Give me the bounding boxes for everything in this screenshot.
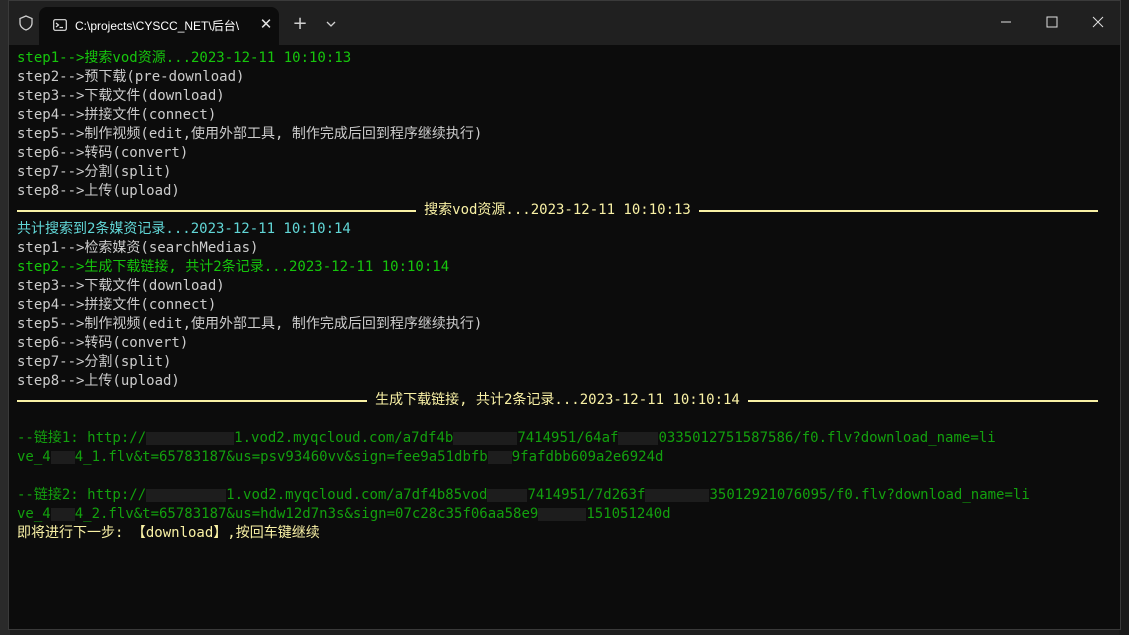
section-divider: 搜索vod资源...2023-12-11 10:10:13: [17, 201, 1098, 220]
divider-label: 生成下载链接, 共计2条记录...2023-12-11 10:10:14: [375, 392, 740, 408]
output-line: step3-->下载文件(download): [17, 278, 225, 294]
redacted-block: [146, 488, 227, 502]
download-link-1[interactable]: --链接1: http:// 1.vod2.myqcloud.com/a7df4b…: [17, 429, 1120, 448]
close-icon[interactable]: [1075, 7, 1121, 37]
link-prefix: --链接1: http://: [17, 430, 147, 446]
divider-rule: [17, 399, 368, 402]
minimize-icon[interactable]: [983, 7, 1029, 37]
link-text: 4_1.flv&t=65783187&us=psv93460vv&sign=fe…: [74, 449, 488, 465]
output-line: step8-->上传(upload): [17, 183, 180, 199]
output-line: step3-->下载文件(download): [17, 88, 225, 104]
divider-rule: [698, 209, 1098, 212]
redacted-block: [453, 431, 518, 445]
redacted-block: [50, 450, 75, 464]
link-text: 4_2.flv&t=65783187&us=hdw12d7n3s&sign=07…: [74, 506, 539, 522]
divider-rule: [17, 209, 417, 212]
output-line: step7-->分割(split): [17, 164, 172, 180]
link-text: 151051240d: [586, 506, 671, 522]
output-line: step4-->拼接文件(connect): [17, 297, 217, 313]
download-link-2[interactable]: --链接2: http:// 1.vod2.myqcloud.com/a7df4b…: [17, 486, 1120, 505]
title-bar: C:\projects\CYSCC_NET\后台\ ✕ +: [9, 1, 1120, 45]
close-tab-icon[interactable]: ✕: [255, 13, 277, 35]
section-divider: 生成下载链接, 共计2条记录...2023-12-11 10:10:14: [17, 391, 1098, 410]
download-link-1-cont[interactable]: ve_4 4_1.flv&t=65783187&us=psv93460vv&sig…: [17, 448, 1120, 467]
output-line: step6-->转码(convert): [17, 335, 189, 351]
terminal-output[interactable]: step1-->搜索vod资源...2023-12-11 10:10:13 st…: [9, 45, 1120, 629]
link-prefix: --链接2: http://: [17, 487, 147, 503]
output-line: step5-->制作视频(edit,使用外部工具, 制作完成后回到程序继续执行): [17, 126, 483, 142]
output-line: step4-->拼接文件(connect): [17, 107, 217, 123]
divider-label: 搜索vod资源...2023-12-11 10:10:13: [424, 202, 691, 218]
redacted-block: [50, 507, 75, 521]
new-tab-icon[interactable]: +: [289, 13, 311, 35]
output-line: step8-->上传(upload): [17, 373, 180, 389]
link-text: 0335012751587586/f0.flv?download_name=li: [658, 430, 996, 446]
tab-active[interactable]: C:\projects\CYSCC_NET\后台\ ✕: [39, 7, 279, 45]
terminal-icon: [53, 19, 67, 31]
redacted-block: [538, 507, 587, 521]
redacted-block: [487, 488, 528, 502]
divider-rule: [747, 399, 1098, 402]
link-text: 7414951/64af: [517, 430, 619, 446]
shield-icon: [19, 15, 33, 31]
output-line: step1-->搜索vod资源...2023-12-11 10:10:13: [17, 50, 352, 66]
output-line: step1-->检索媒资(searchMedias): [17, 240, 259, 256]
output-line: step2-->预下载(pre-download): [17, 69, 245, 85]
link-text: 9fafdbb609a2e6924d: [511, 449, 664, 465]
chevron-down-icon[interactable]: [321, 13, 341, 35]
output-line: step2-->生成下载链接, 共计2条记录...2023-12-11 10:1…: [17, 259, 450, 275]
maximize-icon[interactable]: [1029, 7, 1075, 37]
link-text: 7414951/7d263f: [527, 487, 646, 503]
continue-prompt: 即将进行下一步: 【download】,按回车键继续: [17, 525, 320, 541]
redacted-block: [487, 450, 512, 464]
link-text: 35012921076095/f0.flv?download_name=li: [709, 487, 1030, 503]
output-line: step5-->制作视频(edit,使用外部工具, 制作完成后回到程序继续执行): [17, 316, 483, 332]
link-text: ve_4: [17, 449, 51, 465]
redacted-block: [618, 431, 659, 445]
output-line: step6-->转码(convert): [17, 145, 189, 161]
output-line: step7-->分割(split): [17, 354, 172, 370]
link-text: ve_4: [17, 506, 51, 522]
terminal-window: C:\projects\CYSCC_NET\后台\ ✕ + step1-->搜索…: [8, 0, 1121, 630]
link-text: 1.vod2.myqcloud.com/a7df4b85vod: [226, 487, 488, 503]
summary-line: 共计搜索到2条媒资记录...2023-12-11 10:10:14: [17, 221, 351, 237]
tab-title: C:\projects\CYSCC_NET\后台\: [75, 19, 240, 33]
redacted-block: [645, 488, 710, 502]
download-link-2-cont[interactable]: ve_4 4_2.flv&t=65783187&us=hdw12d7n3s&sig…: [17, 505, 1120, 524]
redacted-block: [146, 431, 235, 445]
link-text: 1.vod2.myqcloud.com/a7df4b: [234, 430, 454, 446]
